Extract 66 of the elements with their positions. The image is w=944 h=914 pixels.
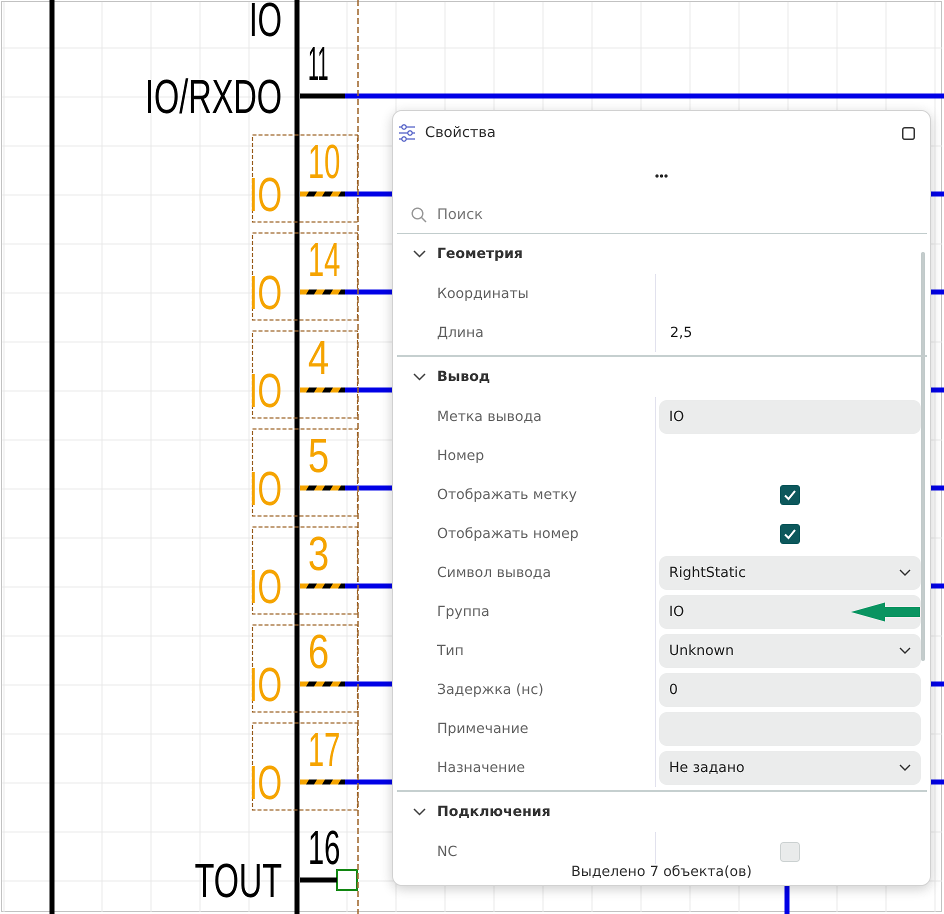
pin-stub	[300, 388, 345, 392]
pin-stub	[300, 780, 345, 784]
pin-label: IO	[249, 363, 282, 418]
property-label: Тип	[437, 642, 464, 658]
search-icon	[411, 207, 427, 223]
section-header[interactable]: Подключения	[413, 804, 551, 820]
property-label: Координаты	[437, 286, 529, 302]
checkbox[interactable]	[780, 842, 800, 862]
section-header[interactable]: Геометрия	[413, 246, 523, 262]
property-label: NC	[437, 844, 458, 860]
pin-number: 10	[308, 136, 340, 189]
pin-label: IO	[249, 167, 282, 222]
text-field[interactable]: 0	[659, 672, 921, 706]
pin-label: IO	[249, 657, 282, 712]
pin-label: IO	[249, 265, 282, 320]
dropdown[interactable]: Не задано	[659, 750, 921, 784]
property-label: Группа	[437, 604, 490, 620]
property-value: 2,5	[669, 324, 692, 340]
pin-stub	[300, 878, 337, 882]
search-field[interactable]: Поиск	[397, 196, 927, 234]
pin-label: IO	[249, 559, 282, 614]
pin-number: 6	[308, 626, 330, 680]
pin-stub	[300, 486, 345, 490]
more-icon[interactable]	[655, 174, 668, 178]
property-label: Отображать метку	[437, 486, 577, 502]
pin-label: IO	[249, 755, 282, 810]
property-label: Символ вывода	[437, 564, 552, 580]
property-label: Длина	[437, 324, 484, 340]
text-field[interactable]: IO	[659, 594, 921, 628]
sliders-icon	[398, 124, 416, 142]
pin-number: 14	[308, 234, 340, 287]
pin-label: TOUT	[194, 854, 282, 908]
pin-stub	[300, 192, 345, 196]
property-label: Примечание	[437, 720, 528, 736]
text-field[interactable]: IO	[659, 400, 921, 434]
chevron-down-icon	[899, 764, 911, 771]
pin-stub	[300, 94, 345, 98]
property-label: Отображать номер	[437, 526, 579, 542]
pin-label: IO	[249, 461, 282, 516]
checkbox[interactable]	[780, 524, 800, 544]
chevron-down-icon	[899, 647, 911, 654]
dropdown[interactable]: Unknown	[659, 634, 921, 668]
section-header[interactable]: Вывод	[413, 369, 490, 385]
pin-number: 4	[308, 332, 330, 386]
scrollbar-thumb[interactable]	[921, 252, 925, 661]
pin-label: IO	[249, 0, 282, 47]
pin-number: 11	[308, 36, 329, 90]
property-label: Назначение	[437, 760, 526, 776]
chevron-down-icon	[899, 569, 911, 576]
pin-number: 3	[308, 528, 330, 582]
status-text: Выделено 7 объекта(ов)	[571, 864, 752, 881]
pin-stub	[300, 682, 345, 686]
property-label: Номер	[437, 448, 484, 464]
pin-number: 17	[308, 724, 340, 777]
panel-title: Свойства	[425, 125, 496, 141]
pin-connector-square	[336, 869, 358, 891]
property-label: Метка вывода	[437, 408, 542, 424]
dropdown[interactable]: RightStatic	[659, 556, 921, 590]
pin-number: 5	[308, 430, 330, 484]
checkbox[interactable]	[780, 484, 800, 504]
pin-stub	[300, 290, 345, 294]
pin-number: 16	[308, 822, 340, 875]
pin-label: IO/RXDO	[145, 70, 282, 124]
maximize-icon[interactable]	[902, 126, 915, 140]
property-label: Задержка (нс)	[437, 682, 544, 698]
pin-stub	[300, 584, 345, 588]
